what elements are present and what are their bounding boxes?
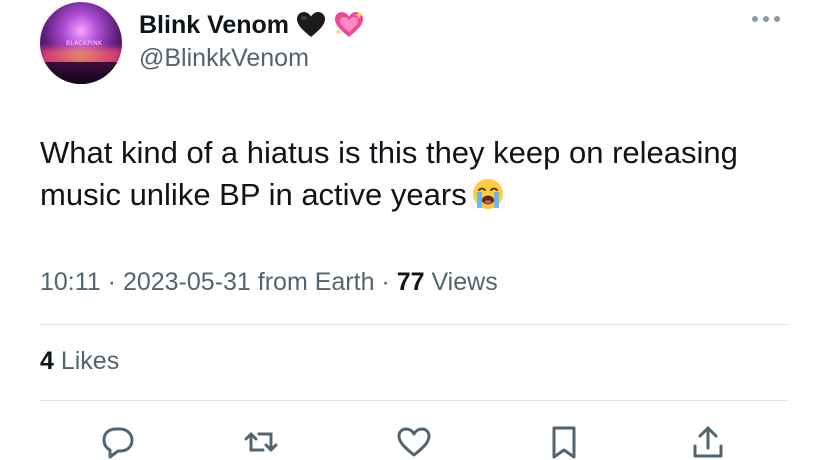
tweet-time[interactable]: 10:11: [40, 268, 101, 296]
more-options-icon[interactable]: [752, 16, 780, 22]
tweet-text-line: What kind of a hiatus is this they keep …: [40, 135, 738, 170]
more-dot: [774, 16, 780, 22]
views-label: Views: [424, 268, 498, 296]
avatar[interactable]: BLACKPINK: [40, 2, 122, 84]
display-name[interactable]: Blink Venom: [139, 11, 289, 40]
avatar-ground: [40, 62, 122, 84]
black-heart-icon: [297, 12, 326, 37]
meta-separator: ·: [374, 268, 397, 296]
tweet-text: What kind of a hiatus is this they keep …: [40, 132, 800, 216]
likes-count: 4: [40, 347, 54, 375]
tweet-location: from Earth: [250, 268, 375, 296]
user-handle[interactable]: @BlinkkVenom: [139, 44, 309, 73]
loudly-crying-face-icon: [472, 179, 503, 209]
sparkling-heart-icon: [335, 11, 364, 37]
tweet-text-line-with-emoji: music unlike BP in active years: [40, 174, 800, 216]
action-bar: [0, 418, 828, 460]
tweet-date[interactable]: 2023-05-31: [123, 268, 251, 296]
divider: [40, 324, 788, 325]
tweet-metadata: 10:11 · 2023-05-31 from Earth · 77 Views: [40, 268, 498, 297]
more-dot: [763, 16, 769, 22]
share-icon[interactable]: [690, 424, 726, 460]
divider: [40, 400, 788, 401]
views-count: 77: [396, 268, 425, 296]
reply-icon[interactable]: [100, 424, 136, 460]
author-name-row[interactable]: Blink Venom: [139, 8, 365, 42]
meta-separator: ·: [100, 268, 123, 296]
tweet-text-line: music unlike BP in active years: [40, 177, 467, 212]
more-dot: [752, 16, 758, 22]
avatar-logo-text: BLACKPINK: [66, 40, 103, 47]
like-icon[interactable]: [396, 424, 432, 460]
likes-stat[interactable]: 4 Likes: [40, 347, 119, 376]
retweet-icon[interactable]: [243, 424, 279, 460]
likes-label: Likes: [53, 347, 120, 375]
bookmark-icon[interactable]: [546, 424, 582, 460]
